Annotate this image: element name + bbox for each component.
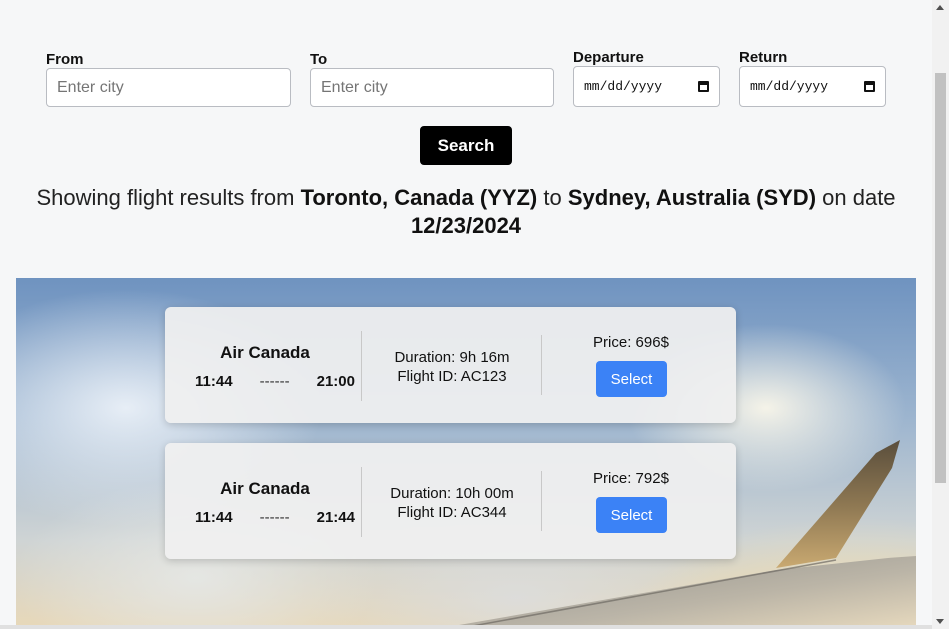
depart-time: 11:44 — [195, 509, 233, 526]
return-date-input[interactable]: mm/dd/yyyy — [739, 66, 886, 107]
time-separator: ------ — [259, 373, 290, 390]
departure-date-value: mm/dd/yyyy — [584, 79, 663, 94]
flight-id: Flight ID: AC123 — [397, 368, 507, 385]
flight-price: Price: 792$ — [593, 470, 669, 487]
flight-info: Duration: 10h 00m Flight ID: AC344 — [362, 484, 542, 522]
calendar-icon[interactable] — [698, 81, 709, 92]
time-separator: ------ — [259, 509, 290, 526]
arrive-time: 21:44 — [316, 509, 355, 526]
scroll-up-arrow-icon[interactable] — [936, 5, 944, 10]
flight-times: 11:44 ------ 21:44 — [195, 509, 355, 526]
depart-time: 11:44 — [195, 373, 233, 390]
results-heading-on: on date — [816, 185, 896, 210]
flight-info: Duration: 9h 16m Flight ID: AC123 — [362, 348, 542, 386]
select-flight-button[interactable]: Select — [596, 361, 667, 397]
scroll-down-arrow-icon[interactable] — [936, 619, 944, 624]
departure-date-input[interactable]: mm/dd/yyyy — [573, 66, 720, 107]
flight-duration: Duration: 9h 16m — [394, 349, 510, 366]
search-button[interactable]: Search — [420, 126, 512, 165]
to-label: To — [310, 51, 328, 68]
airline-name: Air Canada — [220, 343, 310, 362]
scrollbar-thumb[interactable] — [935, 73, 946, 483]
return-label: Return — [739, 49, 788, 66]
return-date-value: mm/dd/yyyy — [750, 79, 829, 94]
results-heading: Showing flight results from Toronto, Can… — [0, 184, 932, 240]
from-label: From — [46, 51, 84, 68]
calendar-icon[interactable] — [864, 81, 875, 92]
results-destination: Sydney, Australia (SYD) — [567, 185, 817, 210]
flight-id: Flight ID: AC344 — [397, 504, 507, 521]
flight-times: 11:44 ------ 21:00 — [195, 373, 355, 390]
flight-duration: Duration: 10h 00m — [390, 485, 514, 502]
horizontal-scrollbar[interactable] — [0, 625, 932, 629]
flight-card: Air Canada 11:44 ------ 21:44 Duration: … — [165, 443, 736, 559]
vertical-scrollbar[interactable] — [932, 0, 949, 629]
select-flight-button[interactable]: Select — [596, 497, 667, 533]
arrive-time: 21:00 — [316, 373, 355, 390]
results-date: 12/23/2024 — [410, 213, 522, 238]
results-origin: Toronto, Canada (YYZ) — [300, 185, 538, 210]
flight-card: Air Canada 11:44 ------ 21:00 Duration: … — [165, 307, 736, 423]
flight-price: Price: 696$ — [593, 334, 669, 351]
from-input[interactable] — [46, 68, 291, 107]
departure-label: Departure — [573, 49, 644, 66]
to-input[interactable] — [310, 68, 554, 107]
results-heading-middle: to — [537, 185, 568, 210]
results-heading-prefix: Showing flight results from — [36, 185, 301, 210]
airline-name: Air Canada — [220, 479, 310, 498]
